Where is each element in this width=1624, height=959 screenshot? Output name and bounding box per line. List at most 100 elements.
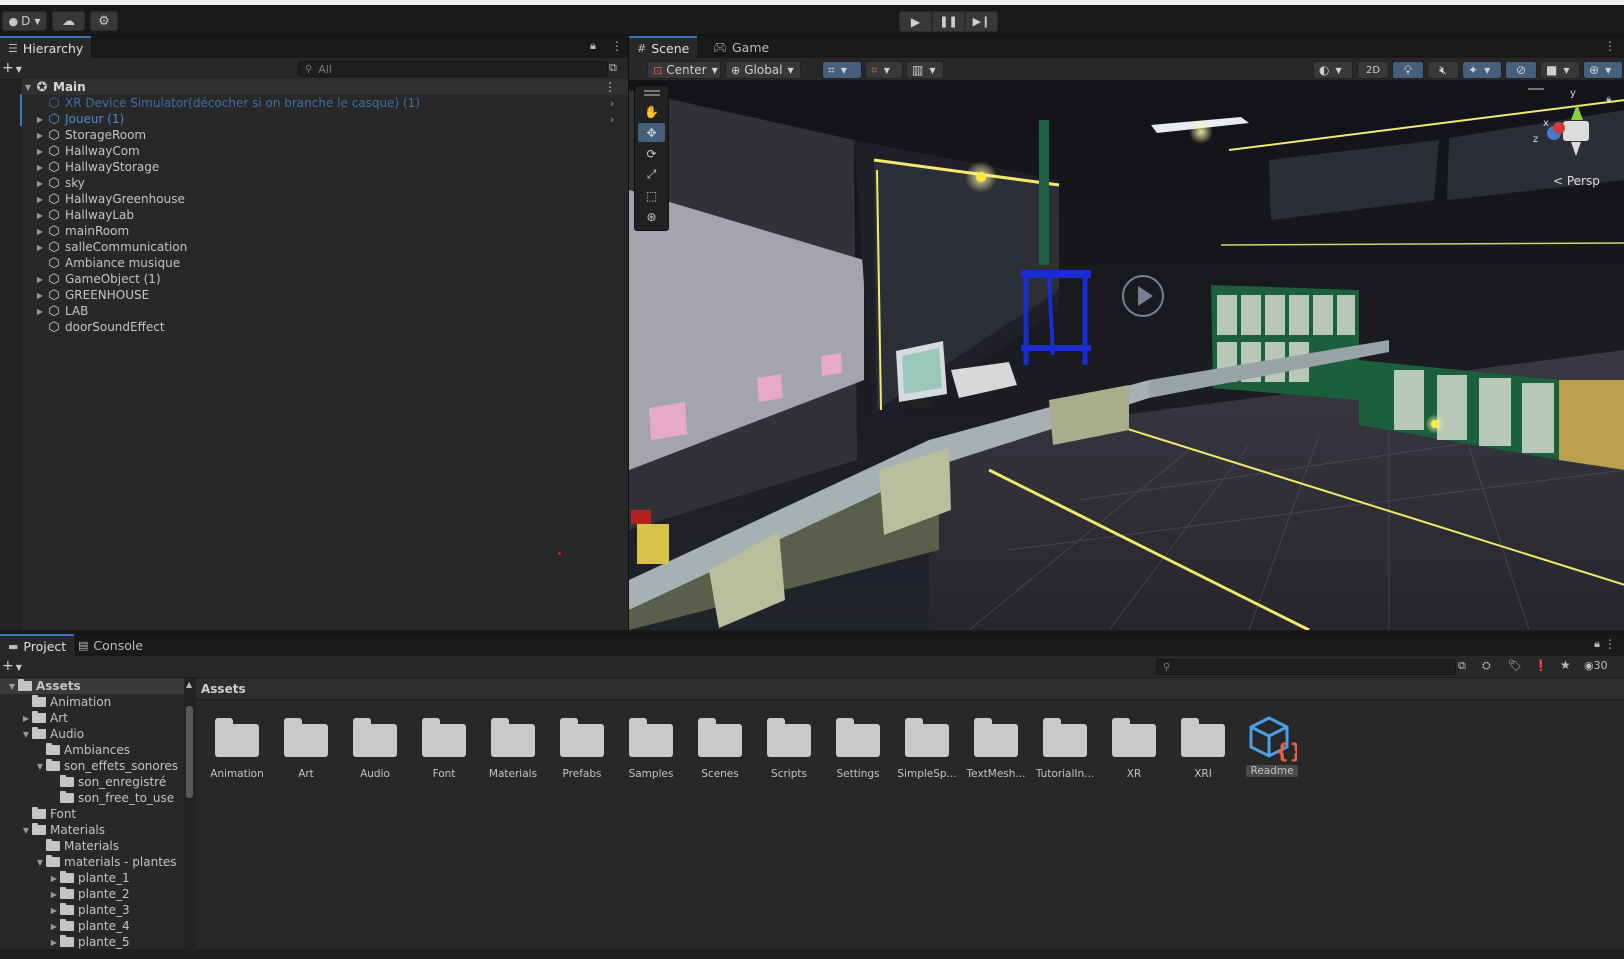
tab-console[interactable]: ▤ Console	[70, 634, 151, 656]
scene-row[interactable]: ▼ ✪ Main ⋮	[22, 79, 628, 95]
asset-item[interactable]: Art	[272, 710, 340, 782]
folder-tree-item[interactable]: ▶ plante_5	[0, 934, 186, 950]
scroll-up-icon[interactable]: ▲	[186, 680, 192, 689]
asset-item[interactable]: TutorialIn...	[1031, 710, 1099, 782]
audio-toggle[interactable]: 🔇︎	[1427, 61, 1459, 79]
expand-arrow-icon[interactable]: ▶	[34, 307, 46, 316]
asset-item[interactable]: XR	[1100, 710, 1168, 782]
expand-arrow-icon[interactable]: ▼	[20, 826, 32, 835]
tree-scrollbar-thumb[interactable]	[186, 706, 193, 798]
folder-tree-item[interactable]: Ambiances	[0, 742, 186, 758]
asset-item[interactable]: Scenes	[686, 710, 754, 782]
expand-arrow-icon[interactable]: ▶	[20, 714, 32, 723]
asset-item[interactable]: Settings	[824, 710, 892, 782]
tree-scrollbar[interactable]: ▲	[184, 678, 196, 959]
gizmo-center[interactable]	[1563, 121, 1589, 141]
grid-align-button[interactable]: ▥ ▼	[906, 61, 944, 79]
tab-hierarchy[interactable]: ☰ Hierarchy	[0, 36, 92, 58]
favorite-star-icon[interactable]: ★	[1560, 658, 1571, 672]
expand-arrow-icon[interactable]: ▶	[34, 275, 46, 284]
play-button[interactable]: ▶	[899, 11, 932, 32]
account-button[interactable]: ● D ▼	[2, 11, 47, 31]
rotate-tool[interactable]: ⟳	[638, 144, 665, 163]
expand-arrow-icon[interactable]: ▶	[34, 195, 46, 204]
overlay-handle[interactable]	[644, 90, 660, 92]
mode-2d-toggle[interactable]: 2D	[1357, 61, 1389, 79]
prefab-open-icon[interactable]: ›	[610, 113, 614, 126]
pause-button[interactable]: ❚❚	[932, 11, 965, 32]
expand-arrow-icon[interactable]: ▼	[34, 858, 46, 867]
expand-arrow-icon[interactable]: ▶	[48, 906, 60, 915]
breadcrumb-assets[interactable]: Assets	[201, 682, 246, 696]
folder-tree-item[interactable]: ▼ materials - plantes	[0, 854, 186, 870]
hierarchy-item[interactable]: ▶ ⬡ GameObject (1)	[34, 271, 640, 287]
filter-log-icon[interactable]: ❗	[1534, 659, 1548, 672]
add-button[interactable]: + ▼	[2, 658, 22, 674]
project-search-input[interactable]: ⚲	[1156, 659, 1456, 675]
expand-arrow-icon[interactable]: ▶	[34, 115, 46, 124]
hierarchy-item[interactable]: ▶ ⬡ sky	[34, 175, 640, 191]
folder-tree-item[interactable]: ▶ plante_3	[0, 902, 186, 918]
hierarchy-item[interactable]: ▶ ⬡ HallwayGreenhouse	[34, 191, 640, 207]
scene-visibility-toggle[interactable]: ⊘	[1505, 61, 1537, 79]
hierarchy-item[interactable]: ⬡ XR Device Simulator(décocher si on bran…	[34, 95, 640, 111]
folder-tree-item[interactable]: son_free_to_use	[0, 790, 186, 806]
folder-tree-item[interactable]: ▶ Art	[0, 710, 186, 726]
folder-tree-item[interactable]: Animation	[0, 694, 186, 710]
asset-item[interactable]: Font	[410, 710, 478, 782]
hierarchy-item[interactable]: ⬡ doorSoundEffect	[34, 319, 640, 335]
expand-arrow-icon[interactable]: ▶	[34, 147, 46, 156]
effects-dropdown[interactable]: ✦ ▼	[1462, 61, 1502, 79]
prefab-open-icon[interactable]: ›	[610, 97, 614, 110]
expand-arrow-icon[interactable]: ▶	[48, 938, 60, 947]
asset-item[interactable]: Audio	[341, 710, 409, 782]
tab-project[interactable]: ▬ Project	[0, 634, 75, 656]
gizmo-down-axis[interactable]	[1571, 142, 1581, 156]
hierarchy-item[interactable]: ▶ ⬡ Joueur (1) ›	[34, 111, 640, 127]
hierarchy-item[interactable]: ▶ ⬡ salleCommunication	[34, 239, 640, 255]
add-button[interactable]: + ▼	[2, 60, 22, 76]
expand-arrow-icon[interactable]: ▶	[34, 131, 46, 140]
filter-label-icon[interactable]: 🏷︎	[1508, 659, 1522, 672]
expand-arrow-icon[interactable]: ▶	[34, 179, 46, 188]
camera-dropdown[interactable]: ■ ▼	[1540, 61, 1580, 79]
step-button[interactable]: ▶❙	[965, 11, 998, 32]
space-dropdown[interactable]: ⊕ Global ▼	[725, 61, 801, 79]
asset-item[interactable]: Animation	[203, 710, 271, 782]
expand-arrow-icon[interactable]: ▶	[48, 874, 60, 883]
hierarchy-item[interactable]: ▶ ⬡ HallwayCom	[34, 143, 640, 159]
tab-scene[interactable]: # Scene	[629, 36, 698, 58]
expand-arrow-icon[interactable]: ▶	[34, 211, 46, 220]
hierarchy-item[interactable]: ▶ ⬡ HallwayStorage	[34, 159, 640, 175]
hierarchy-item[interactable]: ⬡ Ambiance musique	[34, 255, 640, 271]
expand-arrow-icon[interactable]: ▼	[6, 682, 18, 691]
hidden-packages-toggle[interactable]: ◉30	[1584, 659, 1608, 672]
more-options-icon[interactable]: ⋮	[611, 39, 623, 53]
folder-tree-item[interactable]: ▶ plante_4	[0, 918, 186, 934]
snap-increment-button[interactable]: ⌗ ▼	[865, 61, 903, 79]
overlay-handle[interactable]	[644, 94, 660, 96]
asset-item[interactable]: TextMesh...	[962, 710, 1030, 782]
gizmo-y-axis[interactable]	[1571, 104, 1583, 120]
lock-icon[interactable]: 🔒︎	[1594, 637, 1600, 651]
more-options-icon[interactable]: ⋮	[1604, 39, 1616, 53]
scene-menu-icon[interactable]: ⋮	[604, 80, 616, 94]
asset-item[interactable]: Materials	[479, 710, 547, 782]
expand-arrow-icon[interactable]: ▼	[22, 83, 34, 92]
asset-item[interactable]: Scripts	[755, 710, 823, 782]
folder-tree-item[interactable]: son_enregistré	[0, 774, 186, 790]
filter-type-icon[interactable]: ⛭	[1482, 659, 1491, 673]
lock-icon[interactable]: 🔒︎	[590, 39, 596, 53]
folder-tree-item[interactable]: Font	[0, 806, 186, 822]
gizmo-x-axis[interactable]	[1553, 122, 1565, 134]
pivot-dropdown[interactable]: ⊡ Center ▼	[647, 61, 721, 79]
hierarchy-item[interactable]: ▶ ⬡ HallwayLab	[34, 207, 640, 223]
hierarchy-item[interactable]: ▶ ⬡ StorageRoom	[34, 127, 640, 143]
asset-item[interactable]: {} Readme	[1238, 710, 1306, 782]
expand-arrow-icon[interactable]: ▶	[34, 163, 46, 172]
folder-tree-item[interactable]: ▼ Assets	[0, 678, 186, 694]
projection-label[interactable]: < Persp	[1553, 174, 1600, 188]
hierarchy-item[interactable]: ▶ ⬡ mainRoom	[34, 223, 640, 239]
expand-arrow-icon[interactable]: ▼	[34, 762, 46, 771]
cloud-button[interactable]: ☁	[52, 11, 85, 31]
